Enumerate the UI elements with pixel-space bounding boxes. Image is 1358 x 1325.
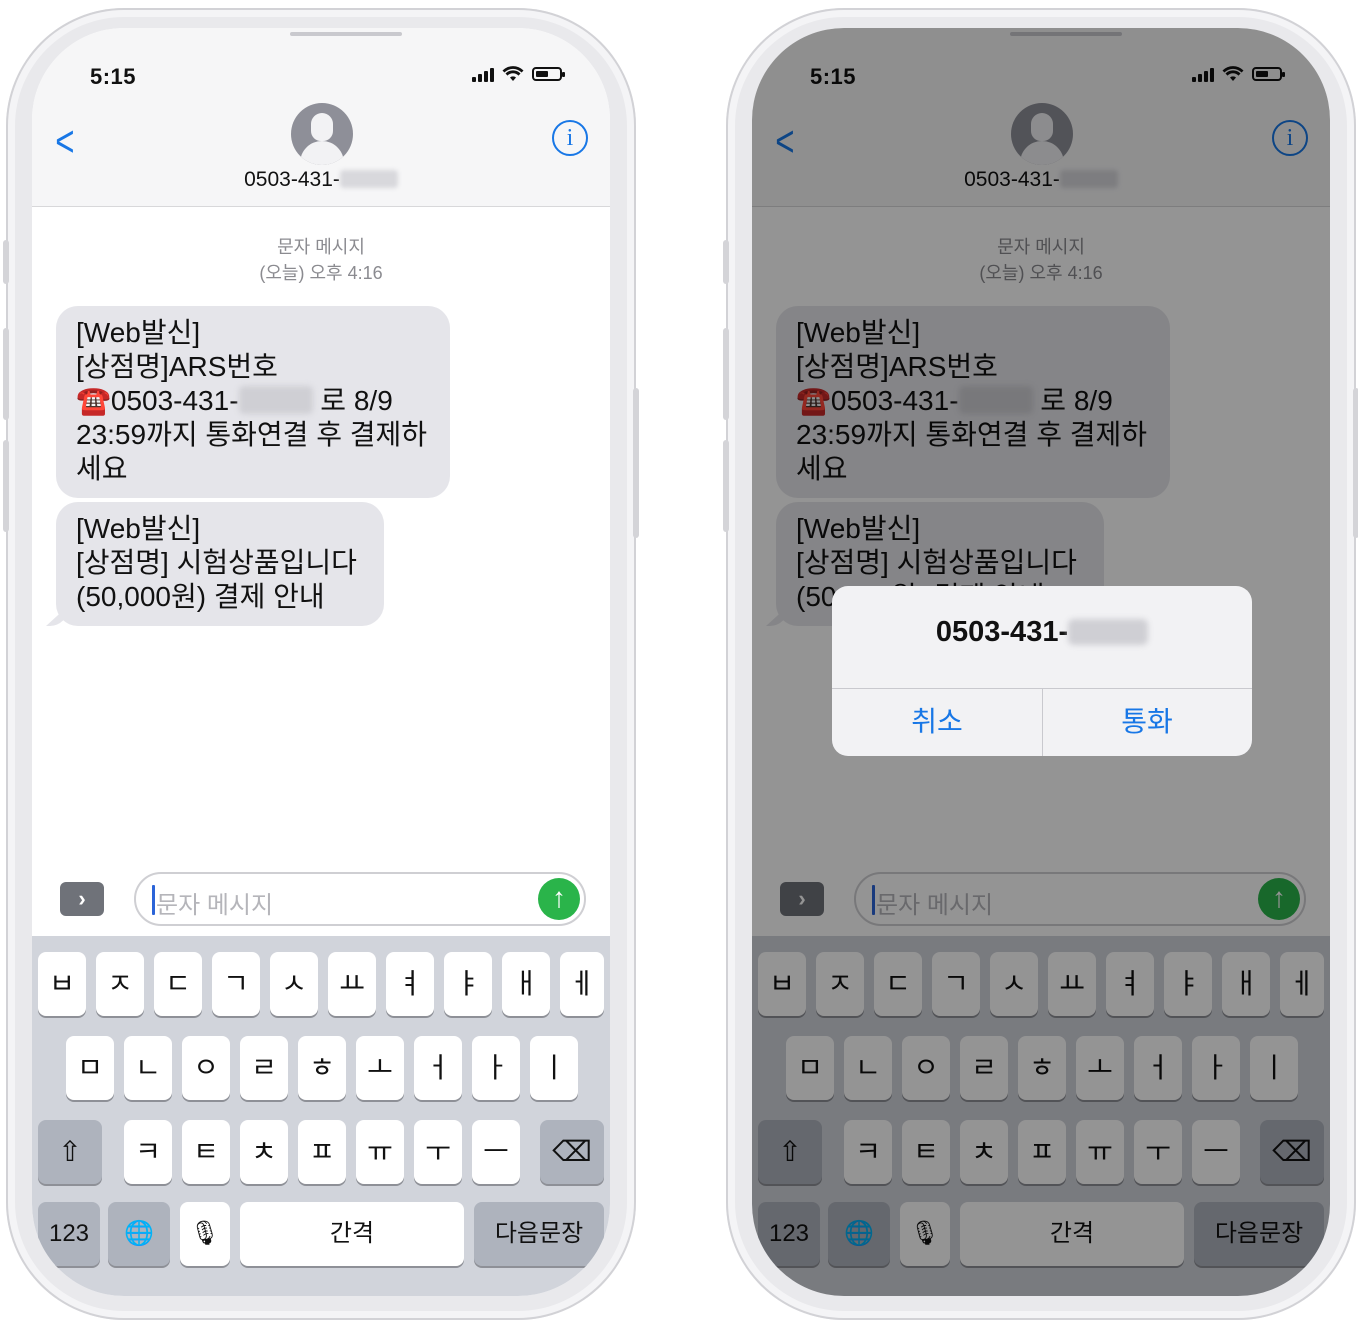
key[interactable]: ㅐ	[502, 952, 550, 1016]
message-type: 문자 메시지	[277, 237, 365, 257]
key[interactable]: ㅍ	[298, 1120, 346, 1184]
message-line[interactable]: ☎️0503-431- 로 8/9	[76, 384, 432, 418]
text-caret	[152, 885, 155, 915]
screen: 5:15 < 0503-431- i 문자 메시지 (오늘) 오후 4:16 […	[32, 28, 610, 1296]
message-line: [Web발신]	[76, 513, 201, 544]
message-line: 23:59까지 통화연결 후 결제하	[76, 419, 428, 450]
status-time: 5:15	[90, 64, 137, 89]
call-alert-dialog: 0503-431- 취소 통화	[832, 586, 1252, 756]
back-chevron-icon[interactable]: <	[55, 120, 74, 164]
message-line: [Web발신]	[76, 317, 201, 348]
globe-icon[interactable]: 🌐	[108, 1202, 170, 1266]
volume-down-button	[723, 440, 729, 532]
key[interactable]: ㅑ	[444, 952, 492, 1016]
key[interactable]: ㅇ	[182, 1036, 230, 1100]
key[interactable]: ㅕ	[386, 952, 434, 1016]
message-line: (50,000원) 결제 안내	[76, 581, 325, 612]
message-placeholder: 문자 메시지	[156, 892, 274, 919]
message-input[interactable]: 문자 메시지 ↑	[134, 872, 586, 926]
key[interactable]: ㅈ	[96, 952, 144, 1016]
message-line: 세요	[76, 453, 128, 484]
key[interactable]: ㅊ	[240, 1120, 288, 1184]
battery-icon	[532, 67, 565, 81]
volume-up-button	[723, 328, 729, 420]
key[interactable]: ㅛ	[328, 952, 376, 1016]
message-timestamp: (오늘) 오후 4:16	[259, 263, 383, 283]
power-button	[633, 388, 639, 538]
keyboard: ㅂ ㅈ ㄷ ㄱ ㅅ ㅛ ㅕ ㅑ ㅐ ㅔ ㅁ ㄴ ㅇ ㄹ ㅎ ㅗ ㅓ ㅏ ㅣ ⇧ …	[32, 936, 610, 1296]
mute-switch	[3, 240, 9, 284]
cancel-button[interactable]: 취소	[832, 688, 1042, 756]
screen: 5:15 < 0503-431- i 문자 메시지 (오늘) 오후 4:16 […	[752, 28, 1330, 1296]
key[interactable]: ㅠ	[356, 1120, 404, 1184]
message-line: [상점명]ARS번호	[76, 351, 278, 382]
volume-up-button	[3, 328, 9, 420]
microphone-icon[interactable]: 🎙	[180, 1202, 230, 1266]
apps-chevron-icon[interactable]: ›	[60, 882, 104, 916]
numbers-key[interactable]: 123	[38, 1202, 100, 1266]
power-button	[1353, 388, 1358, 538]
bubble-tail	[46, 606, 68, 626]
mute-switch	[723, 240, 729, 284]
info-icon[interactable]: i	[552, 120, 588, 156]
redacted-number	[339, 170, 398, 188]
key[interactable]: ㄹ	[240, 1036, 288, 1100]
key[interactable]: ㅂ	[38, 952, 86, 1016]
message-bubble[interactable]: [Web발신] [상점명] 시험상품입니다 (50,000원) 결제 안내	[46, 502, 384, 626]
key[interactable]: ㅋ	[124, 1120, 172, 1184]
phone-left: 5:15 < 0503-431- i 문자 메시지 (오늘) 오후 4:16 […	[3, 8, 639, 1320]
message-text: 로 8/9	[312, 385, 393, 416]
telephone-icon: ☎️	[76, 385, 111, 416]
key[interactable]: ㅣ	[530, 1036, 578, 1100]
key[interactable]: ㄴ	[124, 1036, 172, 1100]
key[interactable]: ㄷ	[154, 952, 202, 1016]
send-arrow-icon[interactable]: ↑	[538, 878, 580, 920]
message-line: [상점명] 시험상품입니다	[76, 547, 357, 578]
phone-right: 5:15 < 0503-431- i 문자 메시지 (오늘) 오후 4:16 […	[723, 8, 1358, 1320]
delete-icon[interactable]: ⌫	[540, 1120, 604, 1184]
redacted-number	[1068, 619, 1149, 645]
call-button[interactable]: 통화	[1042, 688, 1252, 756]
speaker	[290, 32, 402, 36]
wifi-icon	[502, 66, 524, 81]
key[interactable]: ㅜ	[414, 1120, 462, 1184]
volume-down-button	[3, 440, 9, 532]
status-icons	[472, 66, 565, 82]
avatar[interactable]	[291, 103, 353, 165]
alert-title: 0503-431-	[832, 616, 1252, 649]
key[interactable]: ㅁ	[66, 1036, 114, 1100]
key[interactable]: ㅏ	[472, 1036, 520, 1100]
key[interactable]: ㅎ	[298, 1036, 346, 1100]
contact-number[interactable]: 0503-431-	[32, 168, 610, 192]
key[interactable]: ㅌ	[182, 1120, 230, 1184]
phone-link[interactable]: 0503-431-	[111, 385, 239, 416]
return-key[interactable]: 다음문장	[474, 1202, 604, 1266]
conversation-header: 5:15 < 0503-431- i	[32, 28, 610, 207]
key[interactable]: ㅡ	[472, 1120, 520, 1184]
compose-bar: › 문자 메시지 ↑	[32, 864, 610, 928]
key[interactable]: ㅔ	[560, 952, 604, 1016]
shift-icon[interactable]: ⇧	[38, 1120, 102, 1184]
key[interactable]: ㄱ	[212, 952, 260, 1016]
key[interactable]: ㅓ	[414, 1036, 462, 1100]
message-bubble[interactable]: [Web발신] [상점명]ARS번호 ☎️0503-431- 로 8/9 23:…	[56, 306, 450, 498]
key[interactable]: ㅗ	[356, 1036, 404, 1100]
message-meta: 문자 메시지 (오늘) 오후 4:16	[32, 234, 610, 286]
signal-icon	[472, 66, 494, 82]
space-key[interactable]: 간격	[240, 1202, 464, 1266]
key[interactable]: ㅅ	[270, 952, 318, 1016]
redacted-number	[238, 386, 313, 414]
